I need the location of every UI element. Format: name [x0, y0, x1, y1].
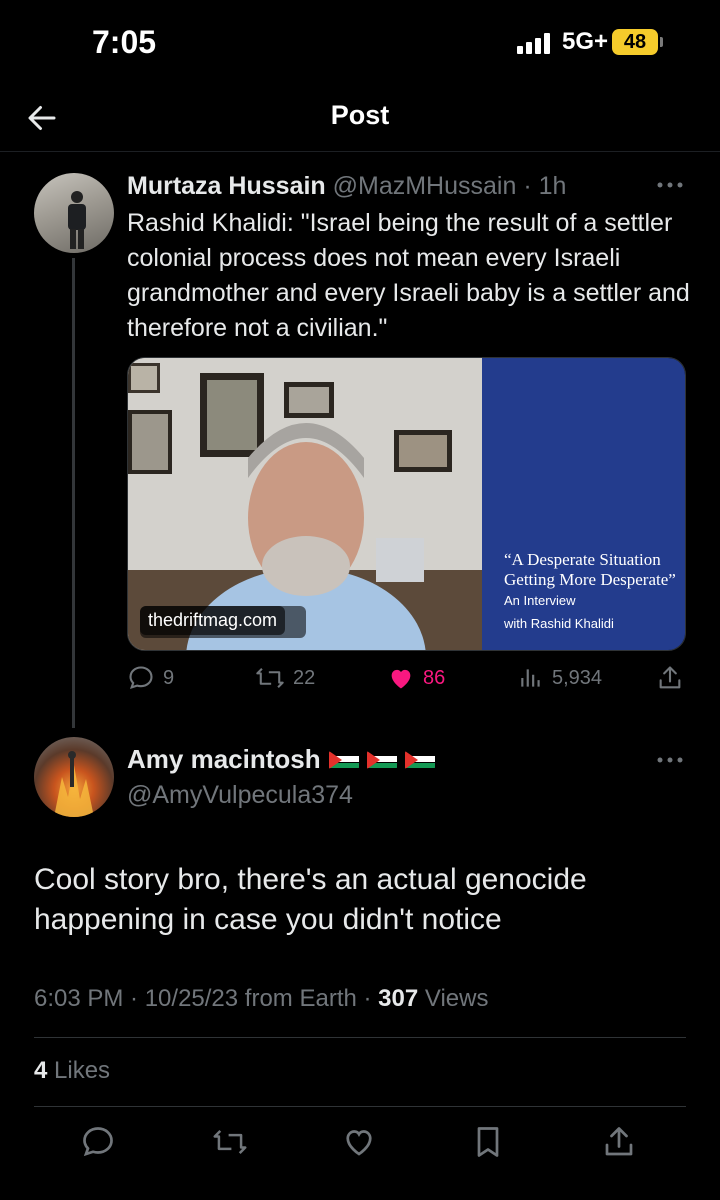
media-source-badge: thedriftmag.com [140, 606, 286, 635]
media-panel-title: “A Desperate Situation Getting More Desp… [504, 550, 684, 611]
author-name[interactable]: Amy macintosh [127, 744, 321, 775]
likes-label: Likes [47, 1057, 111, 1084]
views-label: Views [418, 985, 489, 1012]
share-icon [659, 666, 681, 689]
network-type: 5G+ [562, 28, 609, 55]
panel-subtitle: An Interview [504, 593, 576, 608]
reply-icon[interactable] [80, 1124, 116, 1160]
author-handle[interactable]: @MazMHussain [333, 172, 517, 200]
avatar[interactable] [34, 173, 114, 253]
signal-icon [517, 32, 555, 54]
repost-action[interactable]: 22 [255, 664, 315, 692]
avatar[interactable] [34, 737, 114, 817]
divider [34, 1037, 686, 1038]
bookmark-icon[interactable] [470, 1124, 506, 1160]
tweet-meta: 6:03 PM · 10/25/23 from Earth · 307 View… [34, 985, 488, 1013]
views-icon [521, 669, 540, 687]
likes-number: 4 [34, 1057, 48, 1084]
tweet-text: Cool story bro, there's an actual genoci… [34, 863, 587, 936]
status-time: 7:05 [92, 24, 157, 60]
avatar-image [54, 751, 94, 817]
reply-icon [129, 666, 153, 689]
tweet-header: Murtaza Hussain @MazMHussain · 1h [127, 172, 566, 201]
share-icon[interactable] [601, 1124, 637, 1160]
top-header: Post [0, 90, 720, 152]
battery-icon: 48 [612, 29, 658, 55]
divider [34, 1106, 686, 1107]
media-card[interactable]: thedriftmag.com “A Desperate Situation G… [127, 357, 686, 651]
tweet-text: Rashid Khalidi: "Israel being the result… [127, 209, 690, 342]
share-action[interactable] [656, 664, 684, 692]
palestine-flag-icon [328, 750, 359, 769]
thread-line [72, 258, 75, 728]
more-options-icon[interactable] [655, 180, 685, 190]
status-bar: 7:05 5G+ 48 [0, 0, 720, 90]
more-options-icon[interactable] [655, 755, 685, 765]
media-panel: “A Desperate Situation Getting More Desp… [482, 358, 685, 650]
likes-summary[interactable]: 4 Likes [34, 1057, 110, 1085]
like-count: 86 [423, 666, 446, 689]
reply-action[interactable]: 9 [127, 664, 174, 692]
repost-count: 22 [293, 666, 316, 689]
tweet-timestamp: 6:03 PM · 10/25/23 from Earth · [34, 985, 379, 1012]
palestine-flag-icon [404, 750, 435, 769]
page-title: Post [330, 100, 390, 130]
views-count: 5,934 [552, 666, 603, 689]
author-handle[interactable]: @AmyVulpecula374 [127, 781, 353, 810]
battery-tip [660, 37, 663, 47]
palestine-flag-icon [366, 750, 397, 769]
dot-separator: · [523, 172, 532, 200]
repost-icon[interactable] [212, 1124, 248, 1160]
heart-filled-icon [391, 669, 411, 689]
tweet-actions: 9 22 86 5,934 [0, 664, 720, 696]
panel-title-text: “A Desperate Situation Getting More Desp… [504, 550, 676, 589]
tweet-time: 1h [538, 172, 567, 200]
reply-author[interactable]: Amy macintosh [127, 744, 435, 775]
bottom-action-bar [0, 1124, 720, 1164]
heart-icon[interactable] [341, 1124, 377, 1160]
person-figure [68, 191, 86, 249]
views-number: 307 [378, 985, 419, 1012]
like-action[interactable]: 86 [387, 664, 445, 692]
views-action[interactable]: 5,934 [518, 664, 602, 692]
panel-subtitle-2: with Rashid Khalidi [504, 616, 614, 631]
reply-count: 9 [163, 666, 175, 689]
repost-icon [256, 668, 284, 688]
author-name[interactable]: Murtaza Hussain [127, 172, 326, 200]
